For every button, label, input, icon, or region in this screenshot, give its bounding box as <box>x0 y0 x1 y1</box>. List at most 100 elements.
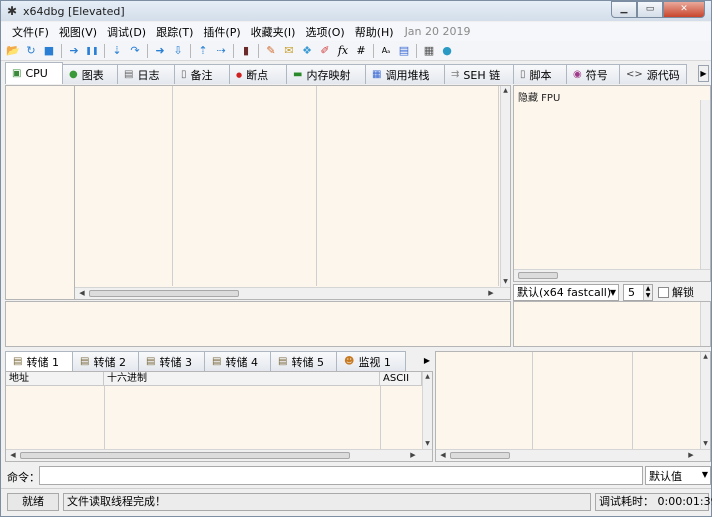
minimize-button[interactable]: ▁ <box>611 1 637 18</box>
column-divider <box>316 86 317 286</box>
execute-till-return-icon[interactable]: ⇡ <box>195 43 211 59</box>
scroll-left-icon[interactable]: ◀ <box>8 450 18 461</box>
step-over-icon[interactable]: ↷ <box>127 43 143 59</box>
tab-graph[interactable]: ● 图表 <box>62 64 118 84</box>
dump-pane[interactable]: 地址 十六进制 ASCII ▲ ▼ ◀ ▶ <box>5 371 433 462</box>
tab-dump-2[interactable]: ▤ 转储 2 <box>72 351 139 371</box>
menu-favourites[interactable]: 收藏夹(I) <box>246 24 301 40</box>
tab-cpu[interactable]: ▣ CPU <box>5 62 63 84</box>
menu-trace[interactable]: 跟踪(T) <box>151 24 198 40</box>
disassembly-vertical-scrollbar[interactable]: ▲ ▼ <box>500 86 510 287</box>
registers-pane[interactable]: 隐藏 FPU <box>513 85 711 282</box>
scroll-down-icon[interactable]: ▼ <box>501 277 510 287</box>
column-header-hex[interactable]: 十六进制 <box>104 372 380 386</box>
column-divider <box>532 352 533 449</box>
scroll-right-icon[interactable]: ▶ <box>486 288 496 299</box>
column-header-ascii[interactable]: ASCII <box>380 372 422 386</box>
scroll-down-icon[interactable]: ▼ <box>423 439 432 449</box>
trace-into-icon[interactable]: ➜ <box>152 43 168 59</box>
bookmark-icon[interactable]: ✐ <box>317 43 333 59</box>
trace-over-icon[interactable]: ⇩ <box>170 43 186 59</box>
tab-symbols[interactable]: ◉ 符号 <box>566 64 620 84</box>
calculator-icon[interactable]: ▦ <box>421 43 437 59</box>
arguments-vertical-scrollbar[interactable] <box>700 302 710 346</box>
label-icon[interactable]: ❖ <box>299 43 315 59</box>
run-to-user-code-icon[interactable]: ⇢ <box>213 43 229 59</box>
stack-horizontal-scrollbar[interactable]: ◀ ▶ <box>436 449 710 461</box>
registers-horizontal-scrollbar[interactable] <box>514 269 710 281</box>
scroll-down-icon[interactable]: ▼ <box>701 439 710 449</box>
tab-dump-3[interactable]: ▤ 转储 3 <box>138 351 205 371</box>
stepper-down-icon[interactable]: ▼ <box>643 291 652 300</box>
script-icon: ▯ <box>520 69 526 80</box>
scylla-icon[interactable]: ▮ <box>238 43 254 59</box>
calling-convention-select[interactable]: 默认(x64 fastcall) ▼ <box>513 283 619 301</box>
unlock-label: 解锁 <box>672 286 694 299</box>
menu-plugins[interactable]: 插件(P) <box>198 24 245 40</box>
tab-notes[interactable]: ▯ 备注 <box>174 64 230 84</box>
tab-label: 源代码 <box>646 68 680 82</box>
scroll-left-icon[interactable]: ◀ <box>438 450 448 461</box>
tab-breakpoints[interactable]: ● 断点 <box>229 64 287 84</box>
hide-fpu-toggle[interactable]: 隐藏 FPU <box>518 89 560 104</box>
menu-help[interactable]: 帮助(H) <box>350 24 399 40</box>
dump-vertical-scrollbar[interactable]: ▲ ▼ <box>422 372 432 449</box>
toolbar: 📂 ↻ ■ ➔ ❚❚ ⇣ ↷ ➜ ⇩ ⇡ ⇢ ▮ ✎ ✉ ❖ ✐ fx # Aₐ… <box>1 41 711 61</box>
open-icon[interactable]: 📂 <box>5 43 21 59</box>
run-icon[interactable]: ➔ <box>66 43 82 59</box>
disassembly-horizontal-scrollbar[interactable]: ◀ ▶ <box>75 287 510 299</box>
scroll-thumb[interactable] <box>89 290 239 297</box>
pause-icon[interactable]: ❚❚ <box>84 43 100 59</box>
tab-dump-1[interactable]: ▤ 转储 1 <box>5 351 73 371</box>
command-mode-select[interactable]: 默认值 ▼ <box>645 466 711 485</box>
command-input[interactable] <box>39 466 643 485</box>
hash-icon[interactable]: # <box>353 43 369 59</box>
scroll-thumb[interactable] <box>20 452 350 459</box>
comment-icon[interactable]: ✉ <box>281 43 297 59</box>
scroll-left-icon[interactable]: ◀ <box>77 288 87 299</box>
tab-memory-map[interactable]: ▬ 内存映射 <box>286 64 366 84</box>
registers-vertical-scrollbar[interactable] <box>700 100 710 269</box>
scroll-thumb[interactable] <box>450 452 510 459</box>
dump-horizontal-scrollbar[interactable]: ◀ ▶ <box>6 449 432 461</box>
tab-source[interactable]: <> 源代码 <box>619 64 687 84</box>
calling-convention-value: 默认(x64 fastcall) <box>517 286 612 299</box>
menu-debug[interactable]: 调试(D) <box>102 24 151 40</box>
tab-seh-chain[interactable]: ⇉ SEH 链 <box>444 64 514 84</box>
scroll-right-icon[interactable]: ▶ <box>686 450 696 461</box>
scroll-right-icon[interactable]: ▶ <box>408 450 418 461</box>
tab-dump-4[interactable]: ▤ 转储 4 <box>204 351 271 371</box>
unlock-checkbox[interactable] <box>658 286 669 298</box>
scroll-up-icon[interactable]: ▲ <box>701 352 710 362</box>
stop-icon[interactable]: ■ <box>41 43 57 59</box>
tab-scroll-right-icon[interactable]: ▶ <box>698 65 709 82</box>
tab-dump-5[interactable]: ▤ 转储 5 <box>270 351 337 371</box>
notes-icon: ▯ <box>181 69 187 80</box>
column-header-address[interactable]: 地址 <box>6 372 104 386</box>
scroll-thumb[interactable] <box>518 272 558 279</box>
doc-icon[interactable]: ▤ <box>396 43 412 59</box>
menu-view[interactable]: 视图(V) <box>54 24 102 40</box>
scroll-up-icon[interactable]: ▲ <box>423 372 432 382</box>
step-into-icon[interactable]: ⇣ <box>109 43 125 59</box>
function-icon[interactable]: fx <box>335 43 351 59</box>
tab-log[interactable]: ▤ 日志 <box>117 64 175 84</box>
patch-icon[interactable]: ✎ <box>263 43 279 59</box>
font-icon[interactable]: Aₐ <box>378 43 394 59</box>
restart-icon[interactable]: ↻ <box>23 43 39 59</box>
dump-tab-scroll-right-icon[interactable]: ▶ <box>422 353 432 369</box>
tab-script[interactable]: ▯ 脚本 <box>513 64 567 84</box>
stack-vertical-scrollbar[interactable]: ▲ ▼ <box>700 352 710 449</box>
tab-watch-1[interactable]: ☻ 监视 1 <box>336 351 406 371</box>
title-bar: ✱ x64dbg [Elevated] ▁ ▭ ✕ <box>1 1 711 21</box>
globe-icon[interactable]: ● <box>439 43 455 59</box>
stack-pane[interactable]: ▲ ▼ ◀ ▶ <box>435 351 711 462</box>
argument-count-stepper[interactable]: 5 ▲ ▼ <box>623 283 653 301</box>
scroll-up-icon[interactable]: ▲ <box>501 86 510 96</box>
tab-call-stack[interactable]: ▦ 调用堆栈 <box>365 64 445 84</box>
disassembly-pane[interactable]: ▲ ▼ ◀ ▶ <box>74 85 511 300</box>
maximize-button[interactable]: ▭ <box>637 1 663 18</box>
menu-file[interactable]: 文件(F) <box>7 24 54 40</box>
menu-options[interactable]: 选项(O) <box>300 24 349 40</box>
close-button[interactable]: ✕ <box>663 1 705 18</box>
